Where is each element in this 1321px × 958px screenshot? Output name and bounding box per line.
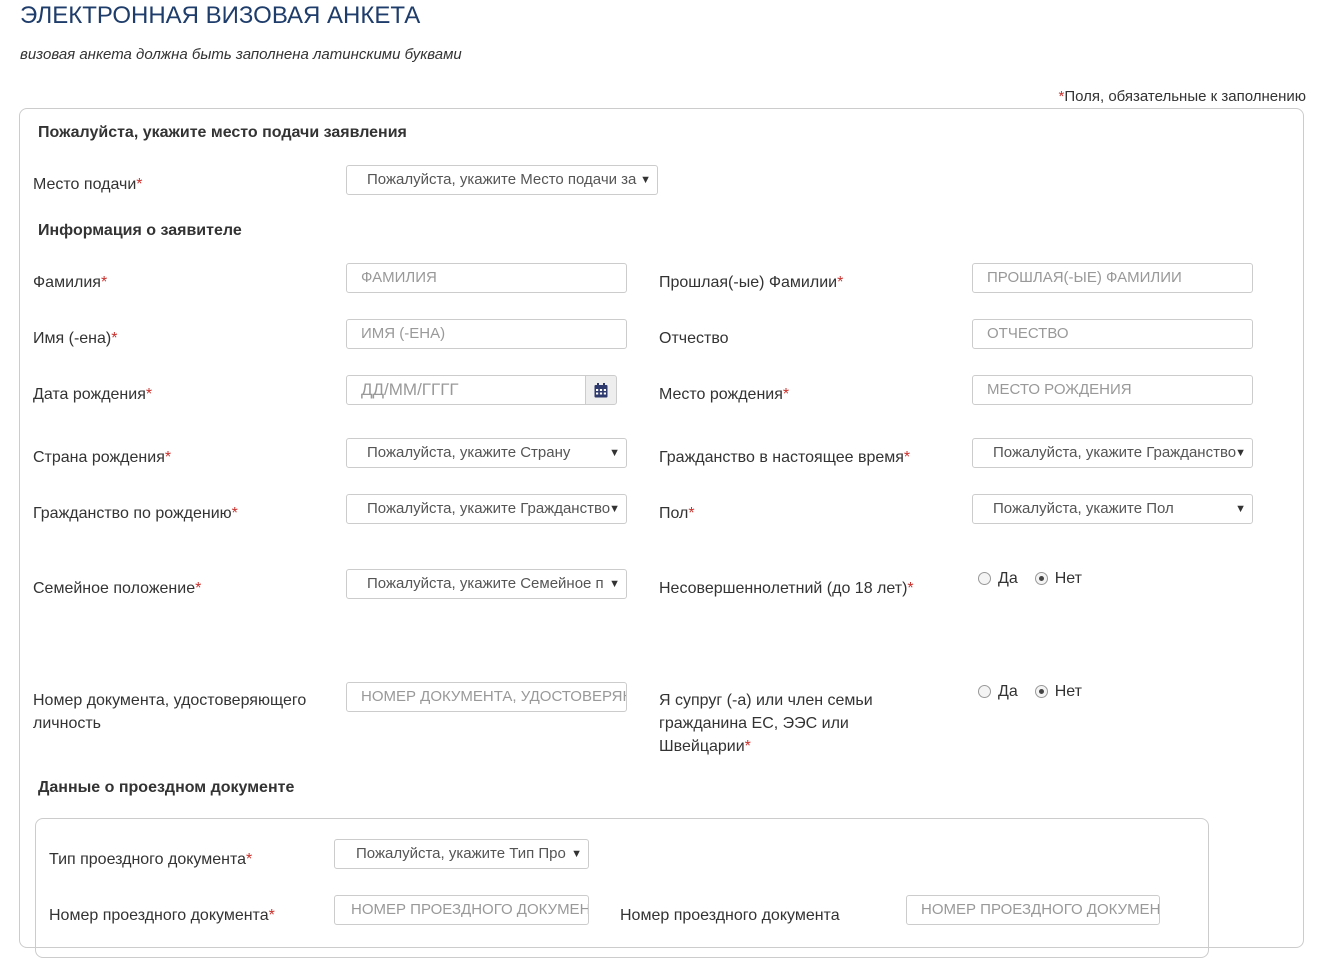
current-citizenship-select[interactable]: Пожалуйста, укажите Гражданство ▼ [972,438,1253,468]
minor-radio-group: Да Нет [978,570,1099,588]
required-mark: * [100,274,108,291]
required-mark: * [111,330,118,347]
birth-country-value: Пожалуйста, укажите Страну [367,444,571,461]
travel-doc-type-select[interactable]: Пожалуйста, укажите Тип Про ▼ [334,839,589,869]
birth-date-label-text: Дата рождения [33,386,146,403]
travel-doc-number-confirm-label: Номер проездного документа [620,907,840,924]
marital-status-label-text: Семейное положение [33,580,196,597]
required-mark: * [744,738,751,755]
required-mark: * [195,580,202,597]
submission-heading: Пожалуйста, укажите место подачи заявлен… [38,124,407,141]
birth-date-field: ДД/ММ/ГГГГ [346,375,617,405]
sex-label-text: Пол [659,505,689,522]
marital-status-label: Семейное положение* [33,577,201,600]
birth-citizenship-select[interactable]: Пожалуйста, укажите Гражданство ▼ [346,494,627,524]
birth-place-label-text: Место рождения [659,386,783,403]
id-number-label: Номер документа, удостоверяющего личност… [33,692,307,732]
eu-family-no-radio[interactable] [1034,685,1048,698]
birth-place-input[interactable]: МЕСТО РОЖДЕНИЯ [972,375,1253,405]
required-note-text: Поля, обязательные к заполнению [1064,88,1306,105]
chevron-down-icon: ▼ [1235,503,1246,515]
required-mark: * [246,851,253,868]
current-citizenship-value: Пожалуйста, укажите Гражданство [993,444,1237,461]
birth-country-label: Страна рождения* [33,446,171,469]
birth-citizenship-value: Пожалуйста, укажите Гражданство [367,500,611,517]
marital-status-select[interactable]: Пожалуйста, укажите Семейное п ▼ [346,569,627,599]
sex-label: Пол* [659,502,695,525]
surname-label-text: Фамилия [33,274,101,291]
eu-family-yes-radio[interactable] [978,685,991,698]
first-name-input[interactable]: ИМЯ (-ЕНА) [346,319,627,349]
required-mark: * [231,505,238,522]
page-subtitle: визовая анкета должна быть заполнена лат… [20,46,462,63]
required-mark: * [688,505,695,522]
birth-country-label-text: Страна рождения [33,449,165,466]
eu-family-yes-label: Да [998,683,1018,700]
chevron-down-icon: ▼ [609,503,620,515]
travel-doc-number-label-text: Номер проездного документа [49,907,269,924]
travel-document-panel [35,818,1209,958]
surname-input[interactable]: ФАМИЛИЯ [346,263,627,293]
travel-doc-number-input[interactable]: НОМЕР ПРОЕЗДНОГО ДОКУМЕНТА [334,895,589,925]
birth-date-label: Дата рождения* [33,383,152,406]
chevron-down-icon: ▼ [609,578,620,590]
eu-family-no-label: Нет [1054,683,1082,700]
first-name-label-text: Имя (-ена) [33,330,112,347]
birth-date-input[interactable]: ДД/ММ/ГГГГ [346,375,586,405]
minor-label: Несовершеннолетний (до 18 лет)* [659,577,914,600]
required-mark: * [136,176,143,193]
eu-family-radio-group: Да Нет [978,683,1099,701]
current-citizenship-label-text: Гражданство в настоящее время [659,449,904,466]
page-title: ЭЛЕКТРОННАЯ ВИЗОВАЯ АНКЕТА [20,2,421,29]
submission-place-value: Пожалуйста, укажите Место подачи за [367,171,637,188]
minor-label-text: Несовершеннолетний (до 18 лет) [659,580,908,597]
id-number-input[interactable]: НОМЕР ДОКУМЕНТА, УДОСТОВЕРЯЮЩЕГО ЛИЧНОСТ… [346,682,627,712]
former-surnames-label: Прошлая(-ые) Фамилии* [659,271,843,294]
birth-citizenship-label: Гражданство по рождению* [33,502,238,525]
required-mark: * [782,386,790,403]
travel-document-heading: Данные о проездном документе [38,779,295,796]
birth-place-label: Место рождения* [659,383,789,406]
chevron-down-icon: ▼ [1235,447,1246,459]
applicant-heading: Информация о заявителе [38,222,242,239]
birth-country-select[interactable]: Пожалуйста, укажите Страну ▼ [346,438,627,468]
eu-family-label: Я супруг (-а) или член семьи гражданина … [659,689,909,758]
current-citizenship-label: Гражданство в настоящее время* [659,446,910,469]
minor-no-label: Нет [1054,570,1082,587]
chevron-down-icon: ▼ [640,174,651,186]
required-mark: * [145,386,153,403]
travel-doc-number-confirm-input[interactable]: НОМЕР ПРОЕЗДНОГО ДОКУМЕНТА [906,895,1160,925]
calendar-icon [594,383,608,398]
patronymic-input[interactable]: ОТЧЕСТВО [972,319,1253,349]
former-surnames-label-text: Прошлая(-ые) Фамилии [659,274,838,291]
chevron-down-icon: ▼ [571,848,582,860]
chevron-down-icon: ▼ [609,447,620,459]
travel-doc-number-label: Номер проездного документа* [49,904,275,927]
minor-yes-label: Да [998,570,1018,587]
minor-no-radio[interactable] [1034,572,1048,585]
sex-value: Пожалуйста, укажите Пол [993,500,1174,517]
required-mark: * [907,580,914,597]
calendar-button[interactable] [585,375,617,405]
submission-place-select[interactable]: Пожалуйста, укажите Место подачи за ▼ [346,165,658,195]
required-mark: * [268,907,275,924]
submission-place-label: Место подачи* [33,173,143,196]
patronymic-label: Отчество [659,330,729,347]
required-fields-note: *Поля, обязательные к заполнению [1058,88,1306,105]
required-mark: * [164,449,172,466]
required-mark: * [903,449,911,466]
sex-select[interactable]: Пожалуйста, укажите Пол ▼ [972,494,1253,524]
birth-citizenship-label-text: Гражданство по рождению [33,505,232,522]
travel-doc-type-label-text: Тип проездного документа [49,851,247,868]
submission-place-label-text: Место подачи [33,176,137,193]
former-surnames-input[interactable]: ПРОШЛАЯ(-ЫЕ) ФАМИЛИИ [972,263,1253,293]
marital-status-value: Пожалуйста, укажите Семейное п [367,575,604,592]
surname-label: Фамилия* [33,271,107,294]
required-mark: * [837,274,844,291]
minor-yes-radio[interactable] [978,572,991,585]
travel-doc-type-value: Пожалуйста, укажите Тип Про [356,845,566,862]
eu-family-label-text: Я супруг (-а) или член семьи гражданина … [659,692,873,755]
travel-doc-type-label: Тип проездного документа* [49,848,252,871]
first-name-label: Имя (-ена)* [33,327,117,350]
